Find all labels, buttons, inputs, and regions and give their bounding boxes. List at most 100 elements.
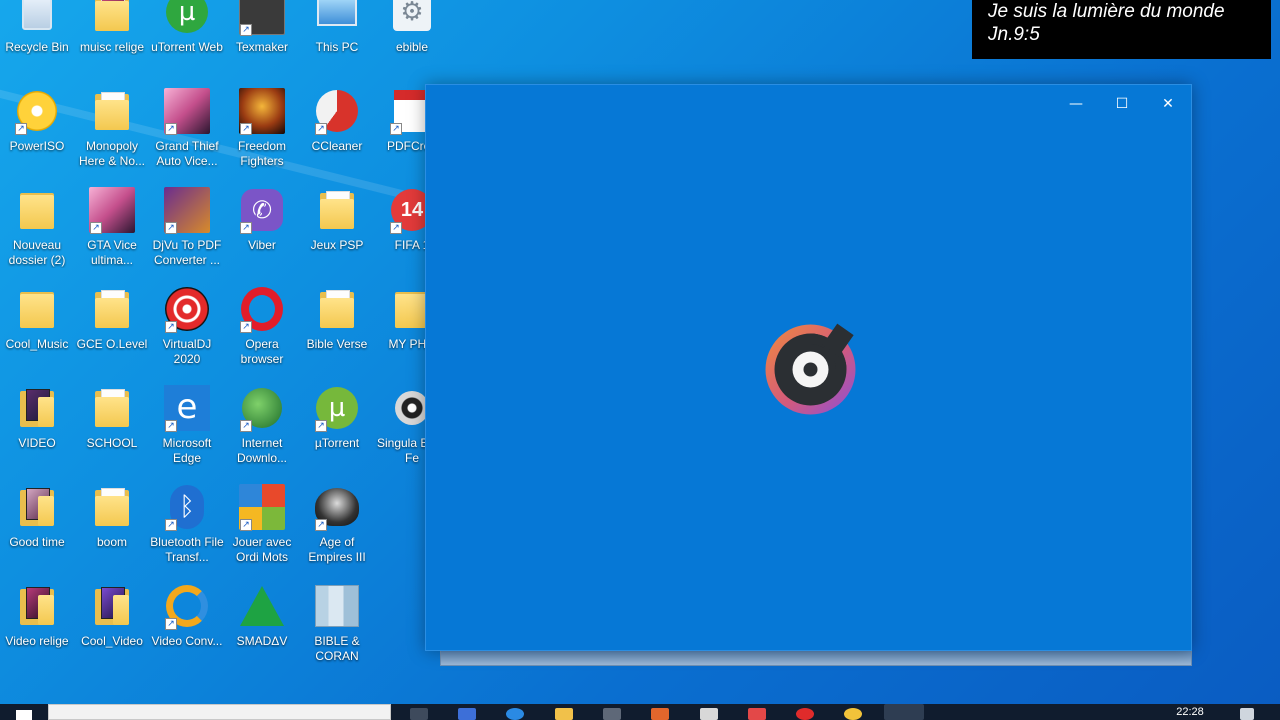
desktop-icon-freedom-fighters[interactable]: ↗ Freedom Fighters: [225, 85, 299, 184]
file-explorer-icon[interactable]: [555, 708, 573, 720]
desktop-icon-jouer-avec-ordi-mots[interactable]: ↗ Jouer avec Ordi Mots: [225, 481, 299, 580]
edge-taskbar-icon[interactable]: [506, 708, 524, 720]
minimize-button[interactable]: —: [1053, 89, 1099, 119]
desktop-icon-bible-verse[interactable]: Bible Verse: [300, 283, 374, 382]
background-window-edge: [440, 650, 1192, 666]
folder-icon: [88, 285, 136, 333]
folder-icon: [313, 285, 361, 333]
desktop-icon-opera[interactable]: ↗ Opera browser: [225, 283, 299, 382]
desktop-icon-gta-vice-ultima[interactable]: ↗ GTA Vice ultima...: [75, 184, 149, 283]
desktop-icon-poweriso[interactable]: ↗ PowerISO: [0, 85, 74, 184]
djvu-converter-icon: ↗: [163, 186, 211, 234]
desktop-icon-microsoft-edge[interactable]: e ↗ Microsoft Edge: [150, 382, 224, 481]
desktop-icon-djvu-to-pdf[interactable]: ↗ DjVu To PDF Converter ...: [150, 184, 224, 283]
folder-media-icon: [13, 483, 61, 531]
windows-game-icon: ↗: [238, 483, 286, 531]
folder-icon: [88, 384, 136, 432]
desktop-icon-cool-music[interactable]: Cool_Music: [0, 283, 74, 382]
idm-icon: ↗: [238, 384, 286, 432]
minimize-icon: —: [1069, 96, 1083, 112]
desktop-icon-muisc-relige[interactable]: muisc relige: [75, 0, 149, 85]
search-input[interactable]: [48, 704, 391, 720]
utorrent-icon: µ ↗: [313, 384, 361, 432]
folder-icon: [88, 0, 136, 36]
desktop-icon-nouveau-dossier[interactable]: Nouveau dossier (2): [0, 184, 74, 283]
gta-icon: ↗: [88, 186, 136, 234]
desktop-icon-virtualdj[interactable]: ↗ VirtualDJ 2020: [150, 283, 224, 382]
app-splash-window[interactable]: — ☐ ✕: [425, 84, 1192, 651]
opera-taskbar-icon[interactable]: [796, 708, 814, 720]
ccleaner-icon: ↗: [313, 87, 361, 135]
desktop-icon-good-time[interactable]: Good time: [0, 481, 74, 580]
bible-coran-icon: [313, 582, 361, 630]
verse-line-2: Jn.9:5: [988, 24, 1040, 45]
texmaker-icon: ↗: [238, 0, 286, 36]
desktop-icon-school[interactable]: SCHOOL: [75, 382, 149, 481]
folder-media-icon: [13, 582, 61, 630]
utorrent-web-icon: µ: [163, 0, 211, 36]
folder-media-icon: [88, 582, 136, 630]
store-icon[interactable]: [700, 708, 718, 720]
desktop-icon-ccleaner[interactable]: ↗ CCleaner: [300, 85, 374, 184]
taskbar-app-icon[interactable]: [748, 708, 766, 720]
smadav-icon: [238, 582, 286, 630]
edge-icon: e ↗: [163, 384, 211, 432]
recycle-bin-icon: [13, 0, 61, 36]
desktop-icon-recycle-bin[interactable]: Recycle Bin: [0, 0, 74, 85]
folder-icon: [13, 285, 61, 333]
start-button[interactable]: [16, 710, 32, 720]
gta-icon: ↗: [163, 87, 211, 135]
taskbar-app-icon[interactable]: [603, 708, 621, 720]
desktop-icon-smadav[interactable]: SMADΔV: [225, 580, 299, 679]
desktop-icon-bible-coran[interactable]: BIBLE & CORAN: [300, 580, 374, 679]
app-logo-icon: [762, 321, 859, 418]
desktop-icon-viber[interactable]: ✆ ↗ Viber: [225, 184, 299, 283]
viber-icon: ✆ ↗: [238, 186, 286, 234]
verse-line-1: Je suis la lumière du monde: [988, 1, 1225, 22]
desktop-icon-age-of-empires[interactable]: ↗ Age of Empires III: [300, 481, 374, 580]
virtualdj-icon: ↗: [163, 285, 211, 333]
desktop-icon-texmaker[interactable]: ↗ Texmaker: [225, 0, 299, 85]
folder-icon: [88, 87, 136, 135]
desktop-icon-video-converter[interactable]: ↗ Video Conv...: [150, 580, 224, 679]
desktop-icon-cool-video[interactable]: Cool_Video: [75, 580, 149, 679]
desktop-icon-video-relige[interactable]: Video relige: [0, 580, 74, 679]
desktop-icon-ebible[interactable]: ⚙ ebible: [375, 0, 449, 85]
desktop-icon-utorrent-web[interactable]: µ uTorrent Web: [150, 0, 224, 85]
desktop-icon-internet-download-manager[interactable]: ↗ Internet Downlo...: [225, 382, 299, 481]
poweriso-icon: ↗: [13, 87, 61, 135]
close-icon: ✕: [1162, 96, 1174, 112]
taskbar: 22:28: [0, 704, 1280, 720]
bluetooth-icon: ᛒ ↗: [163, 483, 211, 531]
close-button[interactable]: ✕: [1145, 89, 1191, 119]
verse-overlay: Je suis la lumière du monde Jn.9:5: [972, 0, 1271, 59]
folder-media-icon: [13, 384, 61, 432]
task-view-icon[interactable]: [410, 708, 428, 720]
desktop-icon-monopoly[interactable]: Monopoly Here & No...: [75, 85, 149, 184]
folder-icon: [88, 483, 136, 531]
taskbar-app-icon[interactable]: [844, 708, 862, 720]
clock-time[interactable]: 22:28: [1168, 706, 1212, 718]
desktop-icon-this-pc[interactable]: This PC: [300, 0, 374, 85]
desktop-icon-bluetooth[interactable]: ᛒ ↗ Bluetooth File Transf...: [150, 481, 224, 580]
video-converter-icon: ↗: [163, 582, 211, 630]
desktop-icon-gta-vice[interactable]: ↗ Grand Thief Auto Vice...: [150, 85, 224, 184]
office-icon[interactable]: [651, 708, 669, 720]
age-of-empires-icon: ↗: [313, 483, 361, 531]
maximize-icon: ☐: [1115, 96, 1129, 112]
desktop-icon-video[interactable]: VIDEO: [0, 382, 74, 481]
gear-icon: ⚙: [388, 0, 436, 36]
desktop-icon-utorrent[interactable]: µ ↗ µTorrent: [300, 382, 374, 481]
active-app-taskbar-button[interactable]: [884, 704, 924, 720]
notification-icon[interactable]: [1240, 708, 1254, 720]
folder-icon: [13, 186, 61, 234]
freedom-fighters-icon: ↗: [238, 87, 286, 135]
desktop-icon-boom[interactable]: boom: [75, 481, 149, 580]
folder-icon: [313, 186, 361, 234]
maximize-button[interactable]: ☐: [1099, 89, 1145, 119]
desktop-icon-jeux-psp[interactable]: Jeux PSP: [300, 184, 374, 283]
desktop-icon-gce-olevel[interactable]: GCE O.Level: [75, 283, 149, 382]
this-pc-icon: [313, 0, 361, 36]
taskbar-app-icon[interactable]: [458, 708, 476, 720]
opera-icon: ↗: [238, 285, 286, 333]
